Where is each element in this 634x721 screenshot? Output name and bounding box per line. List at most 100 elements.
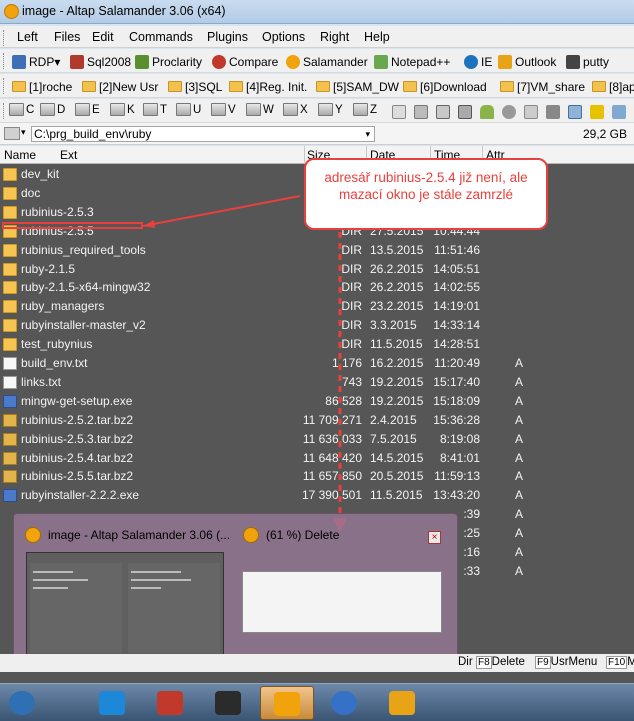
toolbar-sql2008[interactable]: Sql2008 <box>70 53 131 70</box>
hammer-icon[interactable] <box>546 103 563 120</box>
file-row[interactable]: rubinius-2.5.5.tar.bz2 11 657 850 20.5.201… <box>0 467 540 486</box>
thumbnail-delete-title[interactable]: (61 %) Delete <box>266 528 339 542</box>
drive-d[interactable]: D <box>40 103 65 116</box>
toolbar-ie[interactable]: IE <box>464 53 492 70</box>
menu-files[interactable]: Files <box>54 30 80 44</box>
thumbnail-close-button[interactable]: × <box>428 531 441 544</box>
menu-options[interactable]: Options <box>262 30 305 44</box>
hotpath-2[interactable]: [2]New Usr <box>82 78 158 95</box>
folder-icon <box>82 81 96 92</box>
fk-dir[interactable]: Dir <box>458 656 473 668</box>
file-time: 8:41:01 <box>439 450 480 465</box>
file-row[interactable]: rubinius-2.5.4.tar.bz2 11 648 420 14.5.201… <box>0 449 540 468</box>
hotpath-8[interactable]: [8]ap <box>592 78 634 95</box>
path-dropdown-icon[interactable]: ▾ <box>365 127 370 141</box>
hotpath-1[interactable]: [1]roche <box>12 78 72 95</box>
file-row[interactable]: rubinius-2.5.3.tar.bz2 11 636 033 7.5.2015… <box>0 430 540 449</box>
hotpath-4[interactable]: [4]Reg. Init. <box>229 78 307 95</box>
toolbar-rdp[interactable]: RDP ▾ <box>12 53 60 70</box>
file-attr: A <box>515 545 524 559</box>
paste-icon[interactable] <box>436 103 453 120</box>
toolbar-outlook[interactable]: Outlook <box>498 53 556 70</box>
file-name: rubinius_required_tools <box>21 242 146 257</box>
file-row[interactable]: build_env.txt 1 176 16.2.2015 11:20:49 A <box>0 354 540 373</box>
file-date: 26.2.2015 <box>370 280 424 295</box>
cut-icon[interactable] <box>414 103 431 120</box>
toolbar-salamander[interactable]: Salamander <box>286 53 368 70</box>
properties-icon[interactable] <box>458 103 475 120</box>
menu-edit[interactable]: Edit <box>92 30 114 44</box>
file-name: test_rubynius <box>21 337 93 352</box>
drive-x[interactable]: X <box>283 103 308 116</box>
menu-left[interactable]: Left <box>17 30 38 44</box>
taskbar-ie[interactable] <box>86 686 140 720</box>
drive-w[interactable]: W <box>246 103 274 116</box>
col-ext[interactable]: Ext <box>60 148 77 162</box>
list-view-icon[interactable] <box>524 103 541 120</box>
hotpath-3[interactable]: [3]SQL <box>168 78 222 95</box>
drive-t[interactable]: T <box>143 103 167 116</box>
android-icon[interactable] <box>480 103 497 120</box>
thumbnail-delete-preview[interactable] <box>242 571 442 633</box>
path-input[interactable]: C:\prg_build_env\ruby ▾ <box>31 126 375 142</box>
network-icon[interactable] <box>568 103 585 120</box>
file-row[interactable]: rubinius-2.5.2.tar.bz2 11 709 271 2.4.2015… <box>0 411 540 430</box>
taskbar-sql-server[interactable] <box>144 686 198 720</box>
thumbnail-main-title[interactable]: image - Altap Salamander 3.06 (... <box>48 528 230 542</box>
drive-v[interactable]: V <box>211 103 236 116</box>
sql-server-icon <box>157 691 183 715</box>
taskbar-console[interactable] <box>202 686 256 720</box>
toolbar-proclarity[interactable]: Proclarity <box>135 53 202 70</box>
file-attr: A <box>515 374 524 389</box>
menu-plugins[interactable]: Plugins <box>207 30 248 44</box>
chevron-down-icon[interactable]: ▾ <box>21 127 26 138</box>
col-name[interactable]: Name <box>4 148 36 162</box>
toolbar-compare[interactable]: Compare <box>212 53 278 70</box>
file-row[interactable]: ruby_managers DIR 23.2.2015 14:19:01 <box>0 297 540 316</box>
file-date: 26.2.2015 <box>370 261 424 276</box>
file-row[interactable]: ruby-2.1.5 DIR 26.2.2015 14:05:51 <box>0 260 540 279</box>
drive-k[interactable]: K <box>110 103 135 116</box>
folder-icon <box>3 168 17 181</box>
ftp-icon[interactable] <box>612 103 629 120</box>
drive-c[interactable]: C <box>9 103 34 116</box>
folder-icon <box>592 81 606 92</box>
file-row[interactable]: ruby-2.1.5-x64-mingw32 DIR 26.2.2015 14:02:… <box>0 278 540 297</box>
salamander-icon <box>243 527 259 543</box>
fk-usrmenu[interactable]: F9 UsrMenu <box>535 656 597 669</box>
menu-commands[interactable]: Commands <box>129 30 193 44</box>
file-row[interactable]: links.txt 743 19.2.2015 15:17:40 A <box>0 373 540 392</box>
file-name: rubinius-2.5.3.tar.bz2 <box>21 431 134 446</box>
file-row[interactable]: test_rubynius DIR 11.5.2015 14:28:51 <box>0 335 540 354</box>
drive-e[interactable]: E <box>75 103 100 116</box>
taskbar-globe[interactable] <box>318 686 372 720</box>
drive-u[interactable]: U <box>176 103 201 116</box>
warning-icon[interactable] <box>590 103 607 120</box>
taskbar-salamander[interactable] <box>260 686 314 720</box>
toolbar-notepad[interactable]: Notepad++ <box>374 53 450 70</box>
taskbar-start-orb[interactable] <box>2 686 42 720</box>
drive-z[interactable]: Z <box>353 103 377 116</box>
file-row[interactable]: rubyinstaller-2.2.2.exe 17 390 501 11.5.20… <box>0 486 540 505</box>
menu-help[interactable]: Help <box>364 30 390 44</box>
file-attr: A <box>515 393 524 408</box>
file-name: ruby-2.1.5-x64-mingw32 <box>21 280 151 295</box>
drive-icon[interactable] <box>4 127 20 140</box>
file-icon <box>3 375 17 389</box>
file-row[interactable]: rubyinstaller-master_v2 DIR 3.3.2015 14:33:… <box>0 316 540 335</box>
hotpath-6[interactable]: [6]Download <box>403 78 487 95</box>
fk-delete[interactable]: F8 Delete <box>476 656 525 669</box>
hotpath-5[interactable]: [5]SAM_DW <box>316 78 399 95</box>
thumbnail-main-preview[interactable] <box>26 552 224 655</box>
menu-right[interactable]: Right <box>320 30 349 44</box>
settings-icon[interactable] <box>502 103 519 120</box>
file-row[interactable]: mingw-get-setup.exe 86 528 19.2.2015 15:18:… <box>0 392 540 411</box>
toolbar-putty[interactable]: putty <box>566 53 609 70</box>
taskbar-outlook[interactable] <box>376 686 430 720</box>
file-name: rubyinstaller-master_v2 <box>21 318 146 333</box>
drive-y[interactable]: Y <box>318 103 343 116</box>
file-row[interactable]: rubinius_required_tools DIR 13.5.2015 11:51… <box>0 241 540 260</box>
fk-menu[interactable]: F10 M <box>606 656 634 669</box>
copy-icon[interactable] <box>392 103 409 120</box>
hotpath-7[interactable]: [7]VM_share <box>500 78 585 95</box>
